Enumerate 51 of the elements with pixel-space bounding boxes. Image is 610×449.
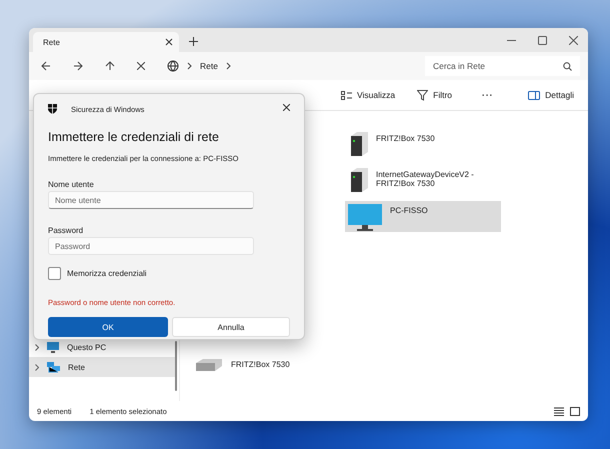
address-bar[interactable]: Rete [167, 55, 425, 77]
router-icon [195, 358, 223, 372]
close-icon[interactable] [283, 104, 290, 111]
close-icon[interactable] [137, 62, 145, 70]
network-device-item[interactable]: FRITZ!Box 7530 [192, 355, 348, 375]
new-tab-icon[interactable] [189, 37, 198, 46]
chevron-icon [35, 364, 39, 370]
network-device-item[interactable]: InternetGatewayDeviceV2 - FRITZ!Box 7530 [345, 165, 501, 195]
globe-icon [167, 60, 179, 72]
toolbar-button[interactable]: Filtro [409, 86, 460, 104]
network-device-item[interactable]: FRITZ!Box 7530 [345, 129, 501, 159]
scrollbar[interactable] [175, 341, 177, 391]
sidebar-item[interactable]: Rete [29, 357, 175, 377]
chevron-icon [187, 62, 192, 70]
checkbox-label: Memorizza credenziali [67, 269, 147, 278]
network-icon [47, 362, 60, 372]
search-icon [563, 62, 572, 70]
tab[interactable]: Rete [33, 32, 179, 52]
forward-arrow-icon[interactable] [73, 61, 83, 71]
filter-icon [417, 90, 428, 100]
search-field[interactable]: Cerca in Rete [425, 56, 580, 76]
shield-icon [48, 104, 57, 114]
back-arrow-icon[interactable] [41, 61, 51, 71]
close-icon[interactable] [165, 38, 173, 46]
field-label: Nome utente [48, 180, 94, 189]
tiles-view-icon[interactable] [570, 406, 580, 416]
server-icon [348, 168, 368, 192]
view-icon [341, 90, 352, 100]
close-icon[interactable] [569, 36, 578, 44]
server-icon [348, 132, 368, 156]
chevron-icon [35, 344, 39, 350]
toolbar-button[interactable]: ··· [474, 87, 502, 103]
panel-icon [528, 90, 540, 100]
monitor-icon [348, 204, 382, 232]
checkbox[interactable] [48, 267, 61, 280]
input-field[interactable]: Nome utente [48, 191, 254, 209]
dialog-title: Immettere le credenziali di rete [48, 130, 219, 144]
toolbar-button[interactable]: Dettagli [520, 87, 582, 103]
toolbar-button[interactable]: Visualizza [333, 87, 404, 103]
breadcrumb[interactable]: Rete [200, 61, 218, 71]
maximize-icon[interactable] [538, 36, 547, 44]
field-label: Password [48, 226, 84, 235]
network-device-item[interactable]: PC-FISSO [345, 201, 501, 232]
cancel-button[interactable]: Annulla [172, 317, 290, 337]
input-field[interactable]: Password [48, 237, 254, 255]
ok-button[interactable]: OK [48, 317, 168, 337]
sidebar-item[interactable]: Questo PC [29, 337, 175, 357]
list-view-icon[interactable] [554, 406, 564, 416]
monitor-icon [47, 342, 59, 352]
chevron-icon [226, 62, 231, 70]
up-arrow-icon[interactable] [105, 61, 115, 71]
